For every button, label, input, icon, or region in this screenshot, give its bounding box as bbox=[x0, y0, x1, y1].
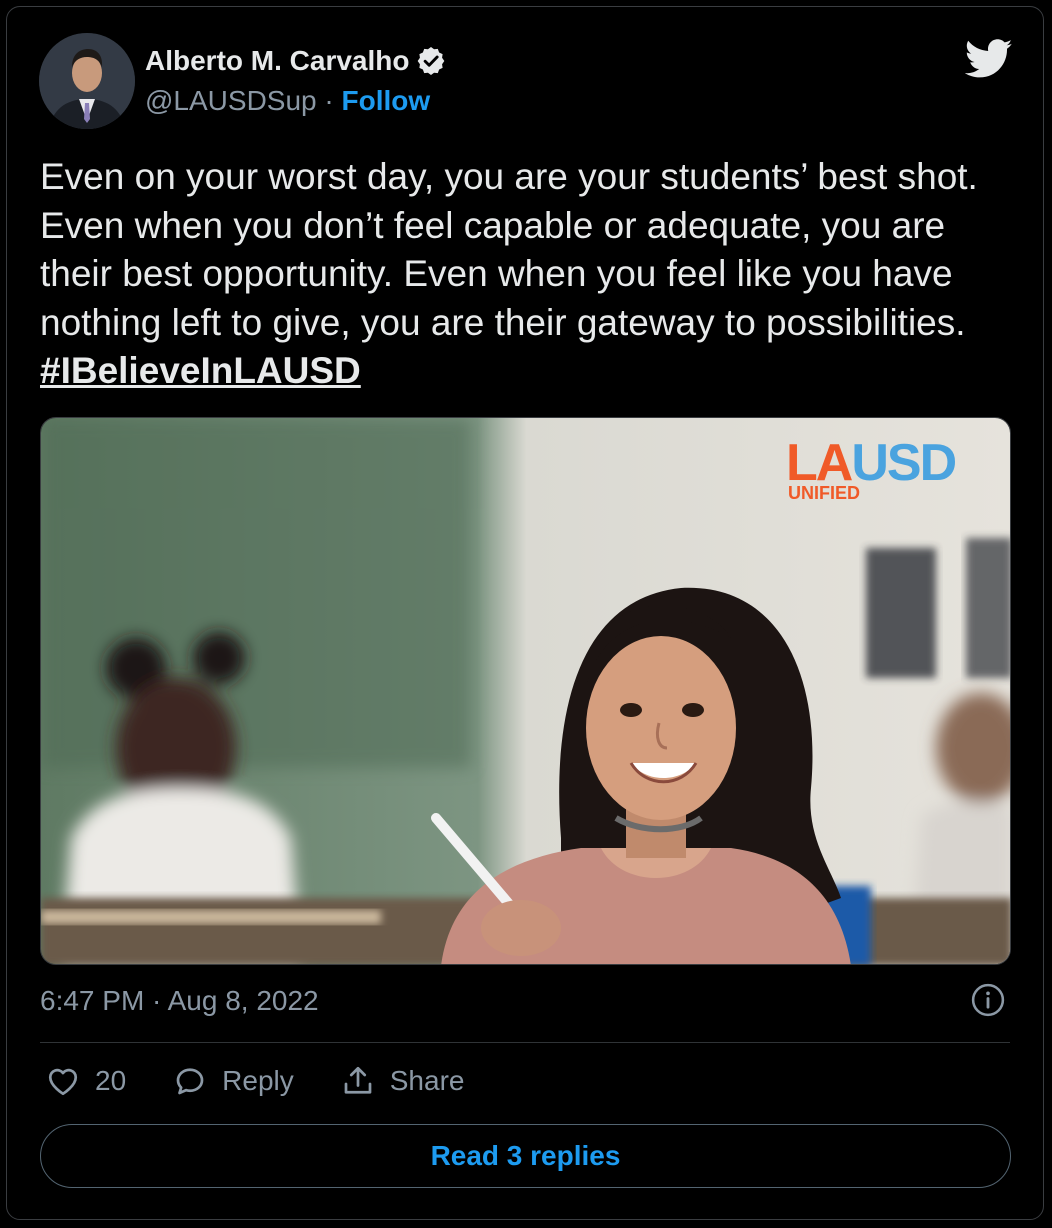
hashtag-link[interactable]: #IBelieveInLAUSD bbox=[40, 350, 361, 391]
divider bbox=[40, 1042, 1010, 1043]
lausd-logo-sub: UNIFIED bbox=[788, 483, 860, 503]
reply-bubble-icon bbox=[176, 1068, 204, 1095]
author-name[interactable]: Alberto M. Carvalho bbox=[145, 45, 409, 77]
share-upload-icon bbox=[344, 1066, 372, 1094]
tweet-image[interactable]: LAUSD UNIFIED bbox=[40, 417, 1011, 965]
handle-row: @LAUSDSup · Follow bbox=[145, 85, 430, 117]
read-replies-button[interactable]: Read 3 replies bbox=[40, 1124, 1011, 1188]
verified-badge-icon bbox=[415, 45, 447, 77]
tweet-body: Even on your worst day, you are your stu… bbox=[40, 156, 978, 343]
share-button[interactable]: Share bbox=[340, 1063, 465, 1099]
twitter-bird-icon[interactable] bbox=[964, 39, 1013, 79]
info-icon[interactable] bbox=[971, 983, 1005, 1017]
author-handle[interactable]: @LAUSDSup bbox=[145, 85, 317, 116]
reply-button[interactable]: Reply bbox=[172, 1063, 294, 1099]
action-bar: 20 Reply Share bbox=[45, 1063, 510, 1099]
avatar[interactable] bbox=[39, 33, 135, 129]
reply-label: Reply bbox=[222, 1065, 294, 1096]
separator: · bbox=[324, 85, 334, 116]
share-label: Share bbox=[389, 1065, 465, 1096]
tweet-text: Even on your worst day, you are your stu… bbox=[40, 153, 1000, 396]
heart-icon bbox=[48, 1068, 78, 1096]
like-count: 20 bbox=[95, 1065, 127, 1096]
follow-button[interactable]: Follow bbox=[342, 85, 431, 116]
tweet-card: Alberto M. Carvalho @LAUSDSup · Follow E… bbox=[6, 6, 1044, 1220]
author-name-row[interactable]: Alberto M. Carvalho bbox=[145, 45, 447, 77]
like-button[interactable]: 20 bbox=[45, 1063, 126, 1099]
tweet-timestamp[interactable]: 6:47 PM · Aug 8, 2022 bbox=[40, 985, 319, 1017]
